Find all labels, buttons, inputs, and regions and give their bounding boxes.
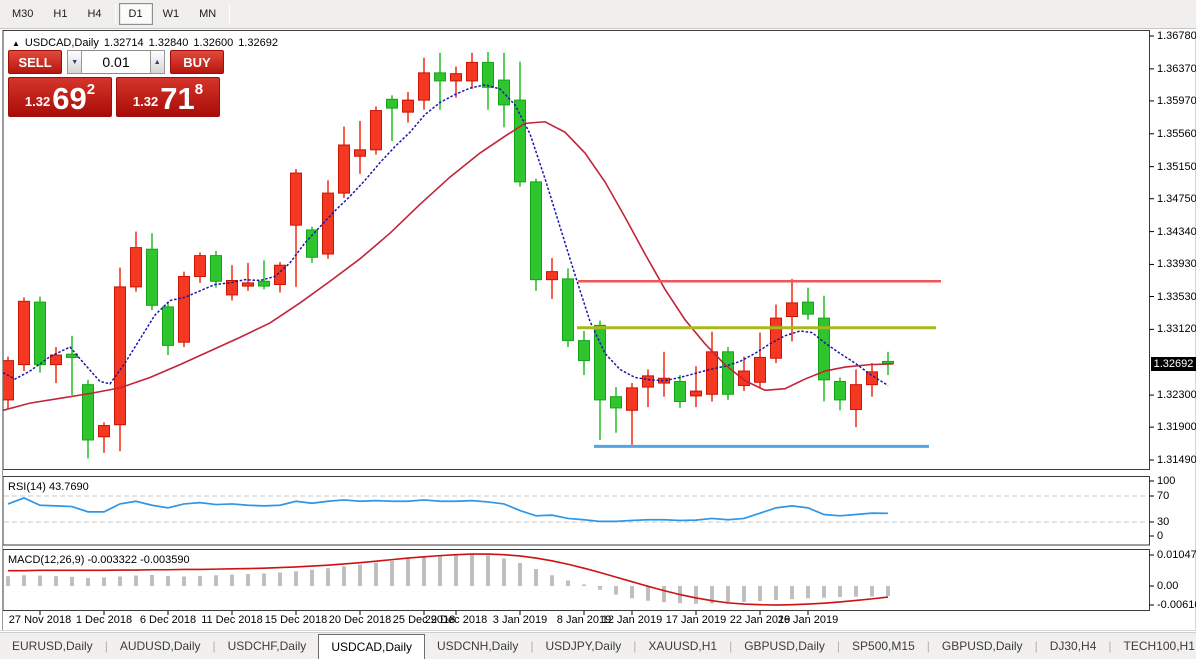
spinner-down-icon: ▼: [71, 59, 78, 66]
chart-tab-usdcad-daily[interactable]: USDCAD,Daily: [318, 634, 425, 659]
chart-tab-tech100-h1[interactable]: TECH100,H1: [1112, 633, 1196, 659]
collapse-triangle-icon[interactable]: ▲: [12, 39, 20, 48]
timeframe-button-h1[interactable]: H1: [43, 3, 77, 25]
price-axis-label: 1.34340: [1157, 226, 1196, 238]
chart-tab-usdchf-daily[interactable]: USDCHF,Daily: [216, 633, 319, 659]
timeframe-toolbar: M30H1H4 D1W1MN: [0, 0, 1196, 29]
price-axis-label: 1.35560: [1157, 128, 1196, 140]
timeframe-button-mn[interactable]: MN: [189, 3, 226, 25]
spinner-up-icon: ▲: [154, 59, 161, 66]
volume-decrease-button[interactable]: ▼: [67, 50, 82, 74]
price-axis-label: 1.36780: [1157, 30, 1196, 42]
chart-title: ▲ USDCAD,Daily 1.32714 1.32840 1.32600 1…: [12, 37, 278, 49]
price-axis-label: 1.36370: [1157, 63, 1196, 75]
chart-window[interactable]: ▲ USDCAD,Daily 1.32714 1.32840 1.32600 1…: [0, 30, 1196, 632]
date-axis-label: 26 Jan 2019: [778, 614, 839, 626]
chart-tab-audusd-daily[interactable]: AUDUSD,Daily: [108, 633, 213, 659]
date-axis-label: 20 Dec 2018: [329, 614, 391, 626]
open-value: 1.32714: [104, 37, 144, 49]
sell-button[interactable]: SELL: [8, 50, 62, 74]
timeframe-button-d1[interactable]: D1: [119, 3, 153, 25]
timeframe-button-w1[interactable]: W1: [153, 3, 190, 25]
price-axis-label: 1.31900: [1157, 421, 1196, 433]
date-axis-label: 1 Dec 2018: [76, 614, 132, 626]
chart-tab-usdjpy-daily[interactable]: USDJPY,Daily: [533, 633, 633, 659]
buy-price-prefix: 1.32: [133, 94, 158, 109]
volume-input[interactable]: 0.01: [82, 50, 149, 74]
rsi-scale-label: 100: [1157, 475, 1175, 487]
price-axis-label: 1.33930: [1157, 258, 1196, 270]
macd-scale-label: -0.006164: [1157, 599, 1196, 611]
date-axis-label: 12 Jan 2019: [602, 614, 663, 626]
date-axis-label: 27 Nov 2018: [9, 614, 71, 626]
current-price-tag: 1.32692: [1151, 357, 1196, 371]
sell-price-prefix: 1.32: [25, 94, 50, 109]
date-axis-label: 6 Dec 2018: [140, 614, 196, 626]
buy-price-display[interactable]: 1.32 71 8: [116, 77, 220, 117]
price-axis-label: 1.35970: [1157, 95, 1196, 107]
sell-price-big-digits: 69: [52, 84, 86, 113]
chart-tab-gbpusd-daily[interactable]: GBPUSD,Daily: [930, 633, 1035, 659]
buy-price-big-digits: 71: [160, 84, 194, 113]
date-axis-label: 3 Jan 2019: [493, 614, 547, 626]
low-value: 1.32600: [193, 37, 233, 49]
high-value: 1.32840: [149, 37, 189, 49]
buy-price-pipette: 8: [195, 81, 203, 98]
symbol-tab-bar: EURUSD,Daily|AUDUSD,Daily|USDCHF,DailyUS…: [0, 632, 1196, 659]
price-axis-label: 1.32300: [1157, 389, 1196, 401]
price-chart-canvas[interactable]: [0, 30, 1196, 632]
symbol-label: USDCAD,Daily: [25, 37, 99, 49]
toolbar-separator: [229, 4, 230, 24]
toolbar-separator: [115, 4, 116, 24]
price-axis-label: 1.33530: [1157, 291, 1196, 303]
price-axis-label: 1.34750: [1157, 193, 1196, 205]
buy-button[interactable]: BUY: [170, 50, 224, 74]
rsi-scale-label: 30: [1157, 516, 1169, 528]
rsi-scale-label: 0: [1157, 530, 1163, 542]
rsi-line: [8, 498, 888, 521]
price-axis-label: 1.33120: [1157, 323, 1196, 335]
chart-tab-gbpusd-daily[interactable]: GBPUSD,Daily: [732, 633, 837, 659]
date-axis-label: 15 Dec 2018: [265, 614, 327, 626]
chart-tab-xauusd-h1[interactable]: XAUUSD,H1: [636, 633, 729, 659]
chart-tab-sp500-m15[interactable]: SP500,M15: [840, 633, 927, 659]
rsi-label: RSI(14) 43.7690: [8, 481, 89, 493]
chart-tab-dj30-h4[interactable]: DJ30,H4: [1038, 633, 1109, 659]
price-axis-label: 1.35150: [1157, 161, 1196, 173]
close-value: 1.32692: [238, 37, 278, 49]
date-axis-label: 29 Dec 2018: [425, 614, 487, 626]
mt4-terminal: M30H1H4 D1W1MN ▲ USDCAD,Daily 1.32714 1.3…: [0, 0, 1196, 659]
volume-increase-button[interactable]: ▲: [150, 50, 165, 74]
macd-scale-label: 0.010471: [1157, 549, 1196, 561]
date-axis-label: 17 Jan 2019: [666, 614, 727, 626]
sell-price-pipette: 2: [87, 81, 95, 98]
one-click-trading-panel: SELL ▼ 0.01 ▲ BUY 1.32 69 2 1.32 71 8: [8, 50, 224, 117]
chart-tab-usdcnh-daily[interactable]: USDCNH,Daily: [425, 633, 530, 659]
timeframe-button-m30[interactable]: M30: [2, 3, 43, 25]
macd-scale-label: 0.00: [1157, 580, 1178, 592]
sell-price-display[interactable]: 1.32 69 2: [8, 77, 112, 117]
timeframe-button-h4[interactable]: H4: [77, 3, 111, 25]
rsi-scale-label: 70: [1157, 490, 1169, 502]
chart-tab-eurusd-daily[interactable]: EURUSD,Daily: [0, 633, 105, 659]
date-axis-label: 11 Dec 2018: [201, 614, 263, 626]
macd-label: MACD(12,26,9) -0.003322 -0.003590: [8, 554, 190, 566]
price-axis-label: 1.31490: [1157, 454, 1196, 466]
